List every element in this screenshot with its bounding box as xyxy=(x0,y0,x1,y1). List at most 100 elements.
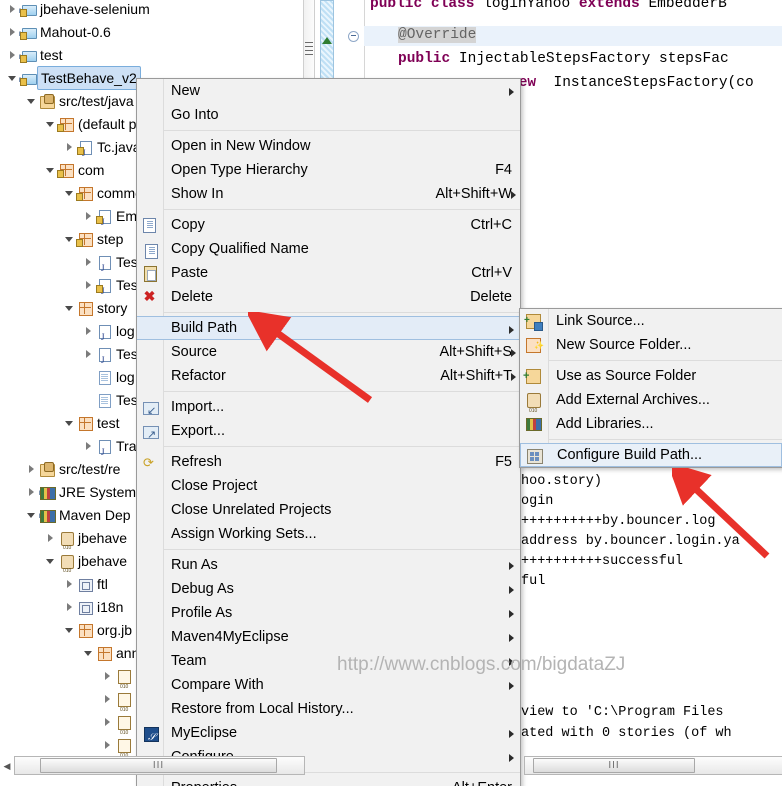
tree-item-log[interactable]: Jlog xyxy=(82,320,135,342)
tree-expand-arrow-right-icon[interactable] xyxy=(82,205,95,227)
tree-expand-arrow-right-icon[interactable] xyxy=(82,435,95,457)
tree-item-mahout-0-6[interactable]: MMahout-0.6 xyxy=(6,21,111,43)
tree-item-29[interactable] xyxy=(101,665,135,698)
tree-expand-arrow-right-icon[interactable] xyxy=(63,136,76,158)
tree-item-test[interactable]: test xyxy=(63,412,120,434)
menu-item-open-in-new-window[interactable]: Open in New Window xyxy=(137,134,520,158)
tree-expand-arrow-down-icon[interactable] xyxy=(63,297,76,319)
tree-expand-arrow-down-icon[interactable] xyxy=(25,90,38,112)
tree-expand-arrow-down-icon[interactable] xyxy=(44,159,57,181)
menu-item-compare-with[interactable]: Compare With xyxy=(137,673,520,697)
tree-horizontal-scrollbar[interactable]: III xyxy=(14,756,305,775)
tree-expand-arrow-right-icon[interactable] xyxy=(82,251,95,273)
tree-item-tes[interactable]: JTes xyxy=(82,274,138,296)
tree-expand-arrow-right-icon[interactable] xyxy=(101,688,114,710)
tree-item-step[interactable]: step xyxy=(63,228,123,250)
tree-item-src-test-re[interactable]: src/test/re xyxy=(25,458,120,480)
tree-item-ftl[interactable]: ftl xyxy=(63,573,108,595)
tree-expand-arrow-right-icon[interactable] xyxy=(63,573,76,595)
tree-item-30[interactable] xyxy=(101,688,135,721)
tree-item-org-jb[interactable]: org.jb xyxy=(63,619,132,641)
tree-expand-arrow-down-icon[interactable] xyxy=(44,550,57,572)
tree-expand-arrow-down-icon[interactable] xyxy=(63,182,76,204)
submenu-item-use-as-source-folder[interactable]: Use as Source Folder xyxy=(520,364,782,388)
menu-item-close-project[interactable]: Close Project xyxy=(137,474,520,498)
tree-item-com[interactable]: com xyxy=(44,159,104,181)
tree-expand-arrow-right-icon[interactable] xyxy=(101,734,114,756)
tree-expand-arrow-down-icon[interactable] xyxy=(63,228,76,250)
menu-item-source[interactable]: Source Alt+Shift+S xyxy=(137,340,520,364)
tree-expand-arrow-down-icon[interactable] xyxy=(44,113,57,135)
tree-item-tes[interactable]: JTes xyxy=(82,251,138,273)
menu-item-delete[interactable]: ✖ Delete Delete xyxy=(137,285,520,309)
tree-expand-arrow-down-icon[interactable] xyxy=(6,67,19,89)
tree-item-src-test-java[interactable]: src/test/java xyxy=(25,90,134,112)
tree-expand-arrow-right-icon[interactable] xyxy=(101,665,114,687)
menu-item-open-type-hierarchy[interactable]: Open Type Hierarchy F4 xyxy=(137,158,520,182)
tree-expand-arrow-right-icon[interactable] xyxy=(63,596,76,618)
tree-scrollbar-thumb[interactable]: III xyxy=(40,758,277,773)
tree-expand-arrow-down-icon[interactable] xyxy=(63,412,76,434)
tree-item-testbehave-v2[interactable]: MTestBehave_v2 xyxy=(6,66,141,90)
editor-overview-ruler[interactable] xyxy=(303,0,315,90)
tree-item-log[interactable]: log xyxy=(82,366,135,388)
tree-item-tes[interactable]: Tes xyxy=(82,389,138,411)
menu-item-copy-qualified-name[interactable]: Copy Qualified Name xyxy=(137,237,520,261)
menu-item-run-as[interactable]: Run As xyxy=(137,553,520,577)
tree-item-32[interactable] xyxy=(101,734,135,760)
submenu-item-new-source-folder[interactable]: New Source Folder... xyxy=(520,333,782,358)
tree-item-story[interactable]: story xyxy=(63,297,127,319)
tree-expand-arrow-right-icon[interactable] xyxy=(25,481,38,503)
tree-item-tes[interactable]: JTes xyxy=(82,343,138,365)
menu-item-close-unrelated-projects[interactable]: Close Unrelated Projects xyxy=(137,498,520,522)
tree-expand-arrow-right-icon[interactable] xyxy=(44,527,57,549)
tree-item-jre-system[interactable]: MJRE System xyxy=(25,481,136,503)
console-horizontal-scrollbar[interactable]: III xyxy=(524,756,782,775)
menu-item-refresh[interactable]: ⟳ Refresh F5 xyxy=(137,450,520,474)
menu-item-profile-as[interactable]: Profile As xyxy=(137,601,520,625)
editor-vertical-scrollbar[interactable] xyxy=(320,0,334,90)
tree-item-tra[interactable]: J Tra xyxy=(82,435,136,457)
tree-item-maven-dep[interactable]: MMaven Dep xyxy=(25,504,131,526)
tree-item-em[interactable]: JEm xyxy=(82,205,137,227)
tree-expand-arrow-right-icon[interactable] xyxy=(101,711,114,733)
tree-item-jbehave[interactable]: jbehave xyxy=(44,527,127,559)
tree-expand-arrow-right-icon[interactable] xyxy=(82,274,95,296)
submenu-item-add-external-archives[interactable]: Add External Archives... xyxy=(520,388,782,423)
submenu-item-link-source[interactable]: Link Source... xyxy=(520,309,782,333)
tree-item-test[interactable]: Mtest xyxy=(6,44,63,66)
tree-expand-arrow-down-icon[interactable] xyxy=(25,504,38,526)
project-context-menu[interactable]: New Go Into Open in New Window Open Type Hi… xyxy=(136,78,521,798)
tree-expand-arrow-right-icon[interactable] xyxy=(6,0,19,20)
menu-item-maven4myeclipse[interactable]: Maven4MyEclipse xyxy=(137,625,520,649)
tree-item-31[interactable] xyxy=(101,711,135,744)
submenu-item-configure-build-path[interactable]: Configure Build Path... xyxy=(520,443,782,467)
tree-item-jbehave-selenium[interactable]: Mjbehave-selenium xyxy=(6,0,150,20)
menu-item-assign-working-sets[interactable]: Assign Working Sets... xyxy=(137,522,520,546)
tree-item-ann[interactable]: ann xyxy=(82,642,139,664)
tree-expand-arrow-right-icon[interactable] xyxy=(82,320,95,342)
menu-item-go-into[interactable]: Go Into xyxy=(137,103,520,127)
tree-expand-arrow-down-icon[interactable] xyxy=(82,642,95,664)
menu-item-debug-as[interactable]: Debug As xyxy=(137,577,520,601)
tree-item-jbehave[interactable]: jbehave xyxy=(44,550,127,582)
menu-item-copy[interactable]: Copy Ctrl+C xyxy=(137,213,520,237)
fold-collapse-icon[interactable] xyxy=(348,31,359,42)
tree-expand-arrow-right-icon[interactable] xyxy=(6,21,19,43)
console-scrollbar-thumb[interactable]: III xyxy=(533,758,695,773)
build-path-submenu[interactable]: Link Source... New Source Folder... Use as… xyxy=(519,308,782,468)
tree-item-tc-java[interactable]: JTc.java xyxy=(63,136,141,158)
tree-expand-arrow-down-icon[interactable] xyxy=(63,619,76,641)
menu-item-refactor[interactable]: Refactor Alt+Shift+T xyxy=(137,364,520,388)
tree-expand-arrow-right-icon[interactable] xyxy=(25,458,38,480)
menu-item-restore-from-local-history[interactable]: Restore from Local History... xyxy=(137,697,520,721)
menu-item-new[interactable]: New xyxy=(137,79,520,103)
tree-item-i18n[interactable]: i18n xyxy=(63,596,123,618)
menu-item-export[interactable]: Export... xyxy=(137,419,520,447)
menu-item-show-in[interactable]: Show In Alt+Shift+W xyxy=(137,182,520,206)
console-view[interactable]: hoo.story) ogin ++++++++++by.bouncer.log… xyxy=(515,470,782,760)
tree-expand-arrow-right-icon[interactable] xyxy=(6,44,19,66)
menu-item-paste[interactable]: Paste Ctrl+V xyxy=(137,261,520,285)
submenu-item-add-libraries[interactable]: Add Libraries... xyxy=(520,412,782,436)
menu-item-build-path[interactable]: Build Path xyxy=(137,316,520,340)
